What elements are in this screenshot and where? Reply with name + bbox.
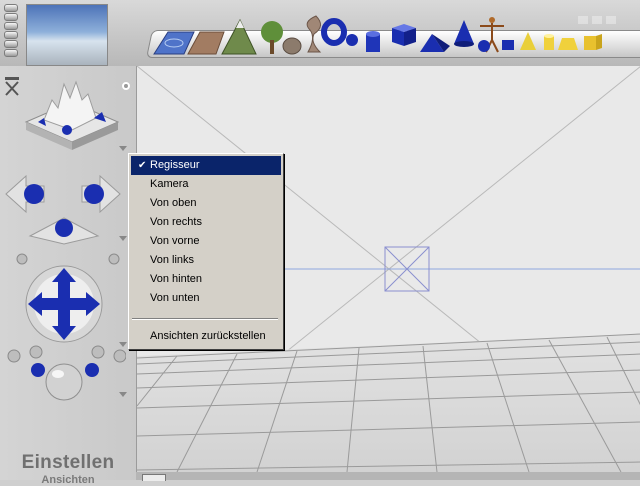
- torus-icon[interactable]: [321, 18, 358, 46]
- menu-item-reset-views[interactable]: Ansichten zurückstellen: [131, 327, 281, 346]
- chevron-down-icon[interactable]: [119, 392, 127, 397]
- object-toolbar: [0, 0, 640, 71]
- tilt-control-icon[interactable]: [28, 217, 100, 245]
- menu-item-von-unten[interactable]: Von unten: [131, 289, 281, 308]
- blue-sphere-icon[interactable]: [31, 363, 45, 377]
- menu-item-label: Von links: [150, 254, 195, 266]
- scene-preview-icon[interactable]: [22, 78, 122, 158]
- menu-item-label: Von hinten: [150, 273, 202, 285]
- menu-item-label: Kamera: [150, 178, 189, 190]
- pyramid-icon[interactable]: [420, 34, 450, 52]
- terrain-icon[interactable]: [187, 31, 225, 55]
- pan-control[interactable]: [24, 264, 104, 344]
- cylinder-icon[interactable]: [366, 31, 380, 52]
- menu-item-label: Von rechts: [150, 216, 202, 228]
- chevron-down-icon[interactable]: [119, 236, 127, 241]
- menu-item-von-hinten[interactable]: Von hinten: [131, 270, 281, 289]
- menu-item-von-rechts[interactable]: Von rechts: [131, 213, 281, 232]
- panel-subtitle: Ansichten: [41, 474, 95, 486]
- rock-icon[interactable]: [282, 37, 302, 55]
- small-sphere-icon[interactable]: [29, 345, 43, 359]
- light-cone-icon[interactable]: [520, 32, 536, 50]
- orbit-left-icon[interactable]: [5, 174, 45, 214]
- cube-icon[interactable]: [392, 24, 416, 46]
- menu-item-label: Regisseur: [150, 159, 200, 171]
- zoom-controls: [7, 345, 126, 401]
- menu-item-label: Ansichten zurückstellen: [150, 330, 266, 342]
- menu-item-von-links[interactable]: Von links: [131, 251, 281, 270]
- ground-grid: [137, 333, 640, 472]
- object-shelf-items: [148, 14, 638, 58]
- view-menu: ✔ Regisseur Kamera Von oben Von rechts V…: [128, 153, 284, 350]
- small-sphere-icon[interactable]: [91, 345, 105, 359]
- orbit-right-icon[interactable]: [81, 174, 121, 214]
- panel-tab[interactable]: [4, 49, 18, 57]
- box-icon[interactable]: [502, 40, 514, 50]
- menu-item-kamera[interactable]: Kamera: [131, 175, 281, 194]
- light-icon[interactable]: [544, 34, 554, 50]
- water-icon[interactable]: [153, 31, 195, 55]
- menu-item-von-vorne[interactable]: Von vorne: [131, 232, 281, 251]
- twisted-shape-icon[interactable]: [306, 15, 322, 53]
- cone-icon[interactable]: [454, 20, 474, 47]
- panel-tab[interactable]: [4, 4, 18, 12]
- checkmark-icon: ✔: [138, 160, 147, 171]
- sphere-icon[interactable]: [478, 40, 490, 52]
- director-chair-icon[interactable]: [4, 76, 20, 96]
- mountain-icon[interactable]: [221, 18, 257, 55]
- light-icon[interactable]: [578, 16, 616, 24]
- panel-title: Einstellen: [21, 452, 115, 473]
- status-strip: [136, 472, 640, 480]
- panel-tab[interactable]: [4, 31, 18, 39]
- small-sphere-icon[interactable]: [108, 253, 120, 265]
- small-sphere-icon[interactable]: [16, 253, 28, 265]
- light-icon[interactable]: [584, 34, 602, 50]
- panel-tab[interactable]: [4, 22, 18, 30]
- menu-item-von-oben[interactable]: Von oben: [131, 194, 281, 213]
- menu-item-regisseur[interactable]: ✔ Regisseur: [131, 156, 281, 175]
- panel-tab[interactable]: [4, 13, 18, 21]
- menu-separator: [132, 318, 278, 320]
- light-icon[interactable]: [558, 38, 578, 50]
- large-sphere-icon[interactable]: [45, 363, 83, 401]
- orbit-controls: [5, 174, 121, 245]
- tree-icon[interactable]: [261, 21, 283, 54]
- menu-item-label: Von vorne: [150, 235, 200, 247]
- menu-item-label: Von oben: [150, 197, 197, 209]
- blue-sphere-icon[interactable]: [85, 363, 99, 377]
- menu-item-label: Von unten: [150, 292, 200, 304]
- panel-tab[interactable]: [4, 40, 18, 48]
- chevron-down-icon[interactable]: [119, 146, 127, 151]
- small-sphere-icon[interactable]: [113, 349, 126, 363]
- small-sphere-icon[interactable]: [7, 349, 21, 363]
- camera-control-panel: Einstellen Ansichten: [0, 66, 228, 486]
- sky-preview[interactable]: [26, 4, 108, 66]
- view-radio-button[interactable]: [122, 82, 130, 90]
